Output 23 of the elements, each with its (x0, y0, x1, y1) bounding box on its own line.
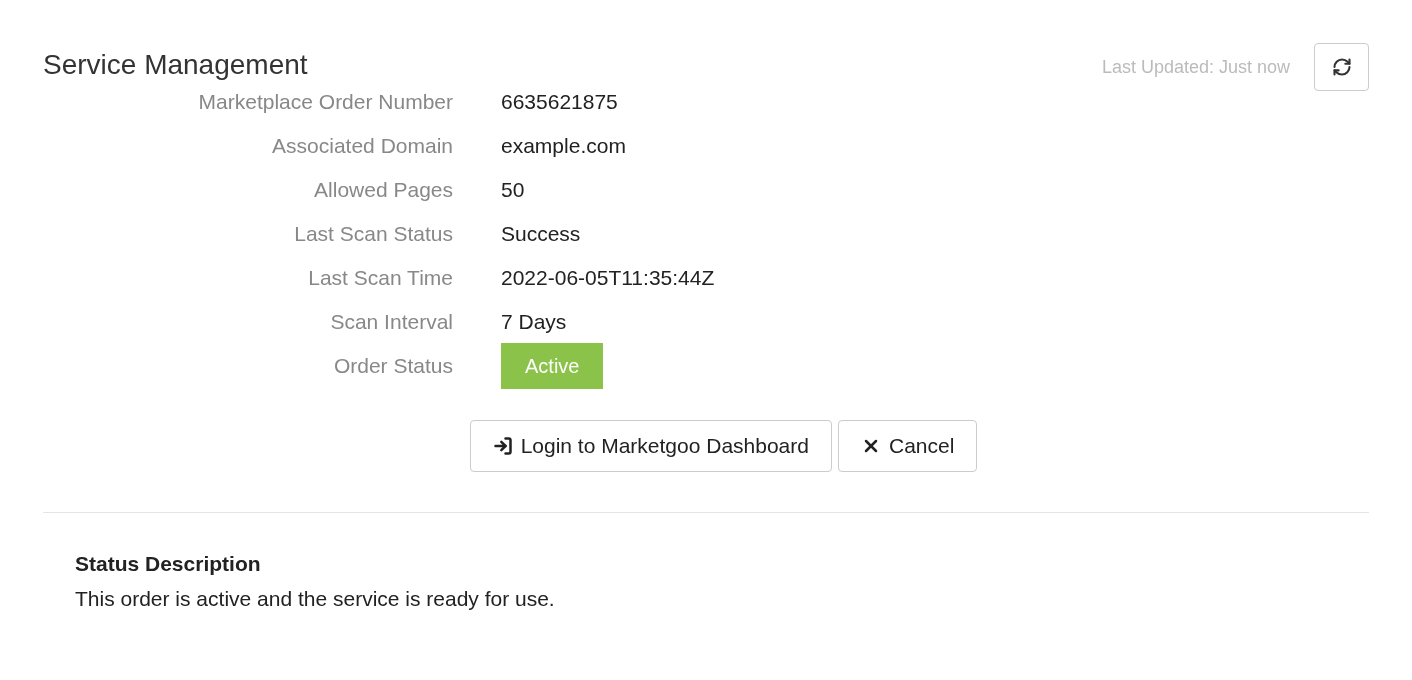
field-value: 7 Days (501, 310, 567, 334)
status-badge: Active (501, 343, 604, 389)
field-label: Last Scan Status (293, 221, 453, 248)
field-label: Allowed Pages (313, 177, 453, 204)
last-updated-text: Last Updated: Just now (1101, 55, 1290, 79)
login-icon (492, 436, 513, 456)
field-label: Associated Domain (271, 133, 453, 160)
status-heading: Status Description (75, 551, 262, 577)
cancel-button[interactable]: Cancel (838, 420, 978, 472)
status-text: This order is active and the service is ready for use. (75, 585, 556, 612)
field-value: Success (501, 222, 581, 246)
refresh-icon (1331, 57, 1352, 77)
field-label: Scan Interval (329, 309, 453, 336)
field-value: 6635621875 (501, 90, 618, 114)
login-button[interactable]: Login to Marketgoo Dashboard (469, 420, 832, 472)
field-label: Order Status (332, 353, 453, 380)
field-label: Last Scan Time (307, 265, 453, 292)
refresh-button[interactable] (1314, 43, 1369, 91)
field-value: 2022-06-05T11:35:44Z (501, 266, 715, 290)
field-value: 50 (501, 178, 525, 202)
field-value: example.com (501, 134, 626, 158)
field-label: Marketplace Order Number (197, 89, 453, 116)
page-title: Service Management (43, 48, 308, 82)
